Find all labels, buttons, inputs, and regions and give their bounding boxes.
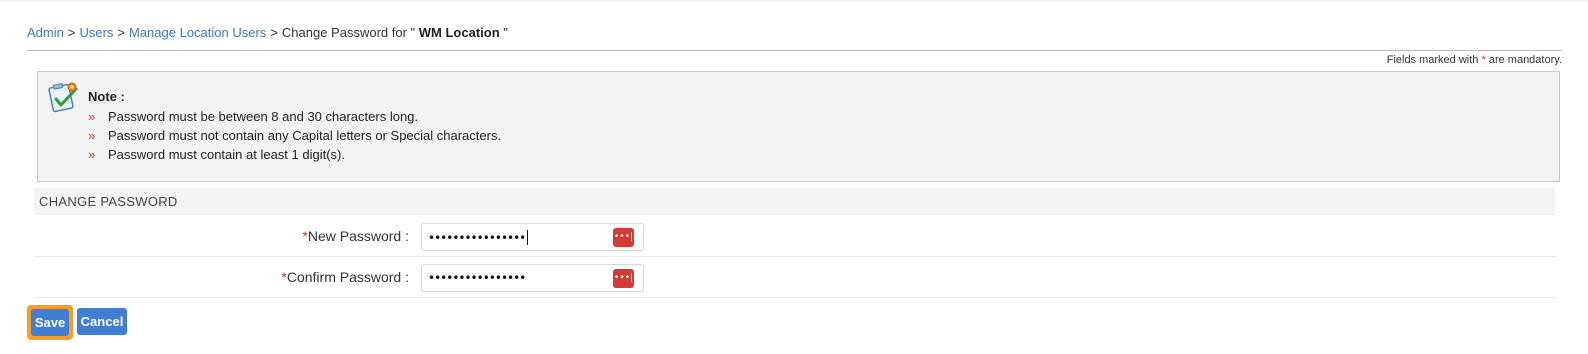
breadcrumb-current-name: WM Location — [418, 25, 500, 40]
breadcrumb: Admin > Users > Manage Location Users > Change… — [27, 25, 508, 40]
new-password-input[interactable]: •••••••••••••••• •••| — [421, 223, 644, 251]
confirm-password-row: *Confirm Password : •••••••••••••••• •••… — [34, 258, 1555, 298]
password-reveal-icon[interactable]: •••| — [613, 228, 634, 247]
mandatory-prefix: Fields marked with — [1386, 54, 1479, 66]
save-button-focus-ring: Save — [27, 305, 73, 340]
breadcrumb-current-prefix: Change Password for " — [281, 25, 416, 40]
mandatory-star: * — [1481, 54, 1486, 66]
note-item-text: Password must be between 8 and 30 charac… — [108, 109, 419, 124]
bullet-icon: » — [88, 147, 96, 162]
breadcrumb-separator: > — [67, 25, 76, 40]
section-header-change-password: CHANGE PASSWORD — [34, 188, 1555, 215]
clipboard-check-icon — [47, 81, 81, 113]
note-item-text: Password must not contain any Capital le… — [108, 128, 502, 143]
note-list: » Password must be between 8 and 30 chara… — [88, 107, 501, 164]
new-password-value-wrap: •••••••••••••••• — [428, 230, 529, 245]
breadcrumb-manage-location-users-link[interactable]: Manage Location Users — [129, 25, 266, 40]
save-button[interactable]: Save — [31, 309, 69, 336]
bullet-icon: » — [88, 128, 96, 143]
new-password-value: •••••••••••••••• — [428, 231, 526, 245]
confirm-password-label: *Confirm Password : — [281, 269, 409, 285]
password-rules-note: Note : » Password must be between 8 and 3… — [37, 71, 1560, 182]
breadcrumb-separator: > — [270, 25, 278, 40]
breadcrumb-admin-link[interactable]: Admin — [27, 25, 64, 40]
mandatory-suffix: are mandatory. — [1488, 54, 1562, 66]
confirm-password-value: •••••••••••••••• — [428, 271, 526, 285]
confirm-password-input[interactable]: •••••••••••••••• •••| — [421, 264, 644, 292]
mandatory-fields-note: Fields marked with * are mandatory. — [1387, 54, 1562, 66]
note-item: » Password must not contain any Capital l… — [88, 126, 501, 145]
note-title: Note : — [88, 89, 125, 104]
text-caret — [527, 230, 529, 245]
breadcrumb-users-link[interactable]: Users — [79, 25, 113, 40]
breadcrumb-current-suffix: " — [503, 25, 508, 40]
new-password-label: *New Password : — [302, 228, 409, 244]
title-divider — [27, 50, 1562, 51]
cancel-button[interactable]: Cancel — [77, 308, 127, 335]
confirm-password-label-text: Confirm Password : — [286, 269, 409, 285]
bullet-icon: » — [88, 109, 96, 124]
password-reveal-icon[interactable]: •••| — [613, 269, 634, 288]
new-password-row: *New Password : •••••••••••••••• •••| — [34, 217, 1555, 257]
top-border — [0, 0, 1588, 2]
note-item: » Password must contain at least 1 digit(… — [88, 145, 501, 164]
new-password-label-text: New Password : — [307, 228, 409, 244]
note-item-text: Password must contain at least 1 digit(s… — [108, 147, 345, 162]
breadcrumb-separator: > — [117, 25, 125, 40]
note-item: » Password must be between 8 and 30 chara… — [88, 107, 501, 126]
